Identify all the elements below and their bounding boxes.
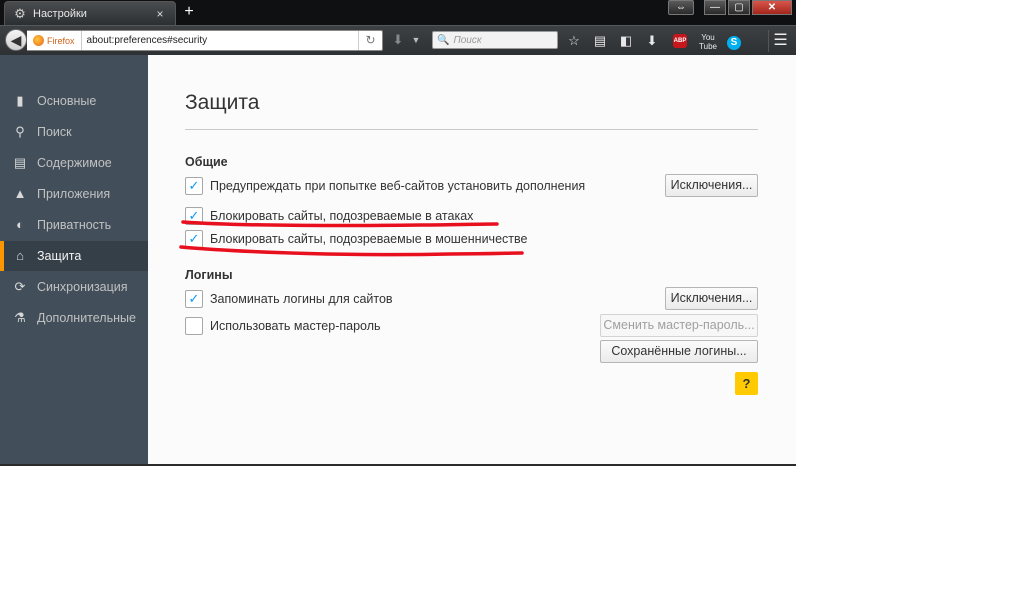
sidebar-item-general[interactable]: ▮ Основные <box>0 86 148 116</box>
close-window-button[interactable]: ✕ <box>752 0 792 15</box>
url-bar[interactable]: Firefox about:preferences#security ↻ <box>27 30 383 51</box>
sidebar-item-content[interactable]: ▤ Содержимое <box>0 148 148 178</box>
remember-logins-row: ✓ Запоминать логины для сайтов <box>185 290 393 308</box>
master-password-label[interactable]: Использовать мастер-пароль <box>210 319 381 333</box>
privacy-mask-icon: ◐ <box>16 217 24 232</box>
sidebar-item-security[interactable]: ⌂ Защита <box>0 241 148 271</box>
sidebar-item-label: Поиск <box>37 125 72 139</box>
window-bottom-edge <box>0 464 796 466</box>
pocket-icon[interactable]: ◧ <box>614 30 638 52</box>
block-attack-checkbox[interactable]: ✓ <box>185 207 203 225</box>
title-divider <box>185 129 758 130</box>
warn-addons-checkbox[interactable]: ✓ <box>185 177 203 195</box>
youtube-icon[interactable]: You Tube <box>696 30 720 52</box>
search-icon: ⚲ <box>15 124 25 139</box>
help-button[interactable]: ? <box>735 372 758 395</box>
new-tab-button[interactable]: + <box>180 3 198 21</box>
maximize-button[interactable]: ▢ <box>728 0 750 15</box>
group-heading-general: Общие <box>185 155 228 169</box>
warn-addons-label[interactable]: Предупреждать при попытке веб-сайтов уст… <box>210 179 585 193</box>
identity-badge[interactable]: Firefox <box>27 31 82 50</box>
firefox-icon <box>33 35 44 46</box>
advanced-wizard-icon: ⚗ <box>14 310 26 325</box>
sidebar-item-label: Приложения <box>37 187 111 201</box>
url-text[interactable]: about:preferences#security <box>82 35 358 46</box>
block-forgery-row: ✓ Блокировать сайты, подозреваемые в мош… <box>185 230 527 248</box>
download-arrow-icon[interactable]: ⬇ <box>388 32 408 49</box>
downloads-icon[interactable]: ⬇ <box>640 30 664 52</box>
remember-logins-label[interactable]: Запоминать логины для сайтов <box>210 292 393 306</box>
sync-icon: ⟳ <box>14 279 26 294</box>
block-forgery-label[interactable]: Блокировать сайты, подозреваемые в мошен… <box>210 232 527 246</box>
master-password-row: Использовать мастер-пароль <box>185 317 381 335</box>
back-button[interactable]: ◀ <box>5 29 27 51</box>
change-master-password-button[interactable]: Сменить мастер-пароль... <box>600 314 758 337</box>
title-bar: ⚙ Настройки × + ⇔ — ▢ ✕ <box>0 0 796 25</box>
remember-logins-checkbox[interactable]: ✓ <box>185 290 203 308</box>
preferences-pane: Защита Общие ✓ Предупреждать при попытке… <box>148 55 796 466</box>
sidebar-item-applications[interactable]: ▲ Приложения <box>0 179 148 209</box>
logins-exceptions-button[interactable]: Исключения... <box>665 287 758 310</box>
sidebar-item-label: Приватность <box>37 218 112 232</box>
saved-logins-button[interactable]: Сохранённые логины... <box>600 340 758 363</box>
search-input[interactable]: 🔍 Поиск <box>432 31 558 49</box>
general-icon: ▮ <box>16 93 24 108</box>
resize-icon[interactable]: ⇔ <box>668 0 694 15</box>
sidebar-item-label: Синхронизация <box>37 280 128 294</box>
bookmarks-list-icon[interactable]: ▤ <box>588 30 612 52</box>
skype-icon[interactable]: S <box>722 30 746 52</box>
gear-icon: ⚙ <box>14 5 26 21</box>
block-attack-row: ✓ Блокировать сайты, подозреваемые в ата… <box>185 207 473 225</box>
search-placeholder: Поиск <box>453 34 482 46</box>
sidebar-item-advanced[interactable]: ⚗ Дополнительные <box>0 303 148 333</box>
group-heading-logins: Логины <box>185 268 233 282</box>
sidebar-item-privacy[interactable]: ◐ Приватность <box>0 210 148 240</box>
block-forgery-checkbox[interactable]: ✓ <box>185 230 203 248</box>
sidebar-item-label: Основные <box>37 94 97 108</box>
reload-icon[interactable]: ↻ <box>358 31 382 50</box>
adblock-icon[interactable]: ABP <box>666 30 694 52</box>
sidebar-item-label: Дополнительные <box>37 311 136 325</box>
bookmark-star-icon[interactable]: ☆ <box>562 30 586 52</box>
addons-exceptions-button[interactable]: Исключения... <box>665 174 758 197</box>
browser-window: ⚙ Настройки × + ⇔ — ▢ ✕ ◀ Firefox about:… <box>0 0 796 466</box>
tab-settings[interactable]: ⚙ Настройки × <box>4 1 176 25</box>
sidebar-item-label: Защита <box>37 249 82 263</box>
sidebar: ▮ Основные ⚲ Поиск ▤ Содержимое ▲ Прилож… <box>0 55 148 466</box>
search-icon: 🔍 <box>437 34 450 46</box>
sidebar-item-label: Содержимое <box>37 156 112 170</box>
content-icon: ▤ <box>13 155 27 170</box>
minimize-button[interactable]: — <box>704 0 726 15</box>
sidebar-item-sync[interactable]: ⟳ Синхронизация <box>0 272 148 302</box>
tab-close-button[interactable]: × <box>153 7 167 21</box>
window-controls: ⇔ — ▢ ✕ <box>668 0 792 16</box>
tab-title: Настройки <box>33 7 87 20</box>
navigation-bar: ◀ Firefox about:preferences#security ↻ ⬇… <box>0 25 796 55</box>
applications-icon: ▲ <box>13 186 27 201</box>
security-lock-icon: ⌂ <box>16 248 24 263</box>
sidebar-item-search[interactable]: ⚲ Поиск <box>0 117 148 147</box>
block-attack-label[interactable]: Блокировать сайты, подозреваемые в атака… <box>210 209 473 223</box>
hamburger-menu-icon[interactable]: ☰ <box>768 30 792 52</box>
warn-addons-row: ✓ Предупреждать при попытке веб-сайтов у… <box>185 177 585 195</box>
toolbar-icons: ☆ ▤ ◧ ⬇ ABP You Tube S <box>562 30 748 52</box>
dropdown-arrow-icon[interactable]: ▼ <box>410 32 422 49</box>
page-title: Защита <box>185 91 260 114</box>
identity-label: Firefox <box>47 35 75 46</box>
master-password-checkbox[interactable] <box>185 317 203 335</box>
